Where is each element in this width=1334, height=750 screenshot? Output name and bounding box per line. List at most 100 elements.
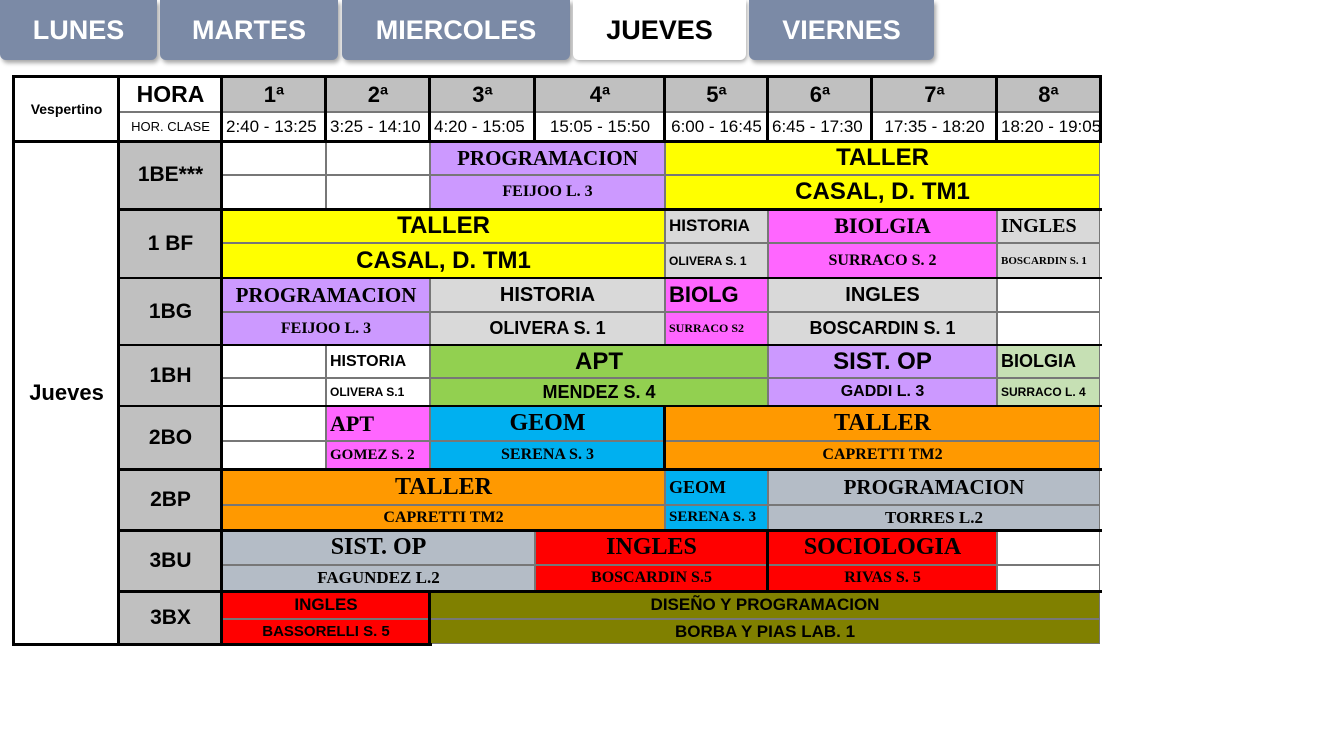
teacher-cell: CAPRETTI TM2 [665,441,1100,469]
empty-cell [997,278,1100,312]
day-label: Jueves [14,141,119,644]
table-border [663,406,666,470]
tab-martes[interactable]: MARTES [160,0,338,60]
shift-label: Vespertino [14,77,119,141]
table-border [12,140,1102,143]
empty-cell [997,565,1100,591]
teacher-cell: GOMEZ S. 2 [326,441,430,469]
subject-cell: DISEÑO Y PROGRAMACION [430,591,1100,619]
table-border [119,405,1102,407]
subject-cell: INGLES [222,591,430,619]
table-border [766,75,769,142]
period-time: 17:35 - 18:20 [872,112,997,141]
subject-cell: TALLER [222,469,665,505]
group-label: 3BX [119,591,222,644]
hora-header: HORA [119,77,222,112]
teacher-cell: FAGUNDEZ L.2 [222,565,535,591]
table-border [119,590,1102,593]
empty-cell [222,378,326,406]
subject-cell: GEOM [430,406,665,441]
subject-cell: SIST. OP [768,345,997,378]
table-border [995,75,998,142]
group-label: 1BH [119,345,222,406]
group-label: 2BO [119,406,222,469]
table-border [870,75,873,142]
empty-cell [326,141,430,175]
teacher-cell: BOSCARDIN S. 1 [768,312,997,345]
teacher-cell: OLIVERA S.1 [326,378,430,406]
empty-cell [222,406,326,441]
table-border [119,208,1102,211]
subject-cell: PROGRAMACION [430,141,665,175]
empty-cell [222,175,326,209]
table-border [12,75,15,645]
period-header: 7ª [872,77,997,112]
period-header: 8ª [997,77,1100,112]
group-label: 1BG [119,278,222,345]
teacher-cell: CASAL, D. TM1 [665,175,1100,209]
subject-cell: HISTORIA [430,278,665,312]
period-header: 2ª [326,77,430,112]
teacher-cell: BOSCARDIN S. 1 [997,243,1100,278]
period-header: 5ª [665,77,768,112]
table-border [220,75,223,645]
subject-cell: APT [430,345,768,378]
teacher-cell: SERENA S. 3 [430,441,665,469]
subject-cell: BIOLG [665,278,768,312]
period-time: 15:05 - 15:50 [535,112,665,141]
subject-cell: INGLES [768,278,997,312]
table-border [12,75,1102,78]
empty-cell [997,312,1100,345]
teacher-cell: BASSORELLI S. 5 [222,619,430,644]
period-time: 18:20 - 19:05 [997,112,1100,141]
table-border [324,75,327,142]
subject-cell: PROGRAMACION [768,469,1100,505]
teacher-cell: CAPRETTI TM2 [222,505,665,530]
hor-clase-label: HOR. CLASE [119,112,222,141]
teacher-cell: CASAL, D. TM1 [222,243,665,278]
table-border [766,530,769,592]
period-header: 6ª [768,77,872,112]
subject-cell: TALLER [222,209,665,243]
subject-cell: BIOLGIA [997,345,1100,378]
group-label: 1 BF [119,209,222,278]
teacher-cell: RIVAS S. 5 [768,565,997,591]
table-border [12,643,432,646]
subject-cell: SIST. OP [222,530,535,565]
empty-cell [997,530,1100,565]
subject-cell: GEOM [665,469,768,505]
group-label: 2BP [119,469,222,530]
empty-cell [222,441,326,469]
period-header: 4ª [535,77,665,112]
teacher-cell: SURRACO S. 2 [768,243,997,278]
empty-cell [222,141,326,175]
table-border [119,529,1102,532]
subject-cell: APT [326,406,430,441]
table-border [119,277,1102,279]
teacher-cell: SERENA S. 3 [665,505,768,530]
group-label: 1BE*** [119,141,222,209]
teacher-cell: OLIVERA S. 1 [430,312,665,345]
tab-viernes[interactable]: VIERNES [749,0,934,60]
table-border [119,468,1102,471]
teacher-cell: FEIJOO L. 3 [222,312,430,345]
subject-cell: HISTORIA [326,345,430,378]
table-border [119,344,1102,346]
tab-lunes[interactable]: LUNES [0,0,157,60]
tab-miercoles[interactable]: MIERCOLES [342,0,570,60]
tab-jueves[interactable]: JUEVES [573,0,746,60]
table-border [533,75,536,142]
table-border [663,75,666,142]
empty-cell [222,345,326,378]
teacher-cell: SURRACO L. 4 [997,378,1100,406]
period-time: 4:20 - 15:05 [430,112,535,141]
subject-cell: TALLER [665,141,1100,175]
period-time: 3:25 - 14:10 [326,112,430,141]
period-time: 6:45 - 17:30 [768,112,872,141]
period-header: 1ª [222,77,326,112]
teacher-cell: FEIJOO L. 3 [430,175,665,209]
subject-cell: HISTORIA [665,209,768,243]
subject-cell: TALLER [665,406,1100,441]
group-label: 3BU [119,530,222,591]
table-border [428,75,431,142]
